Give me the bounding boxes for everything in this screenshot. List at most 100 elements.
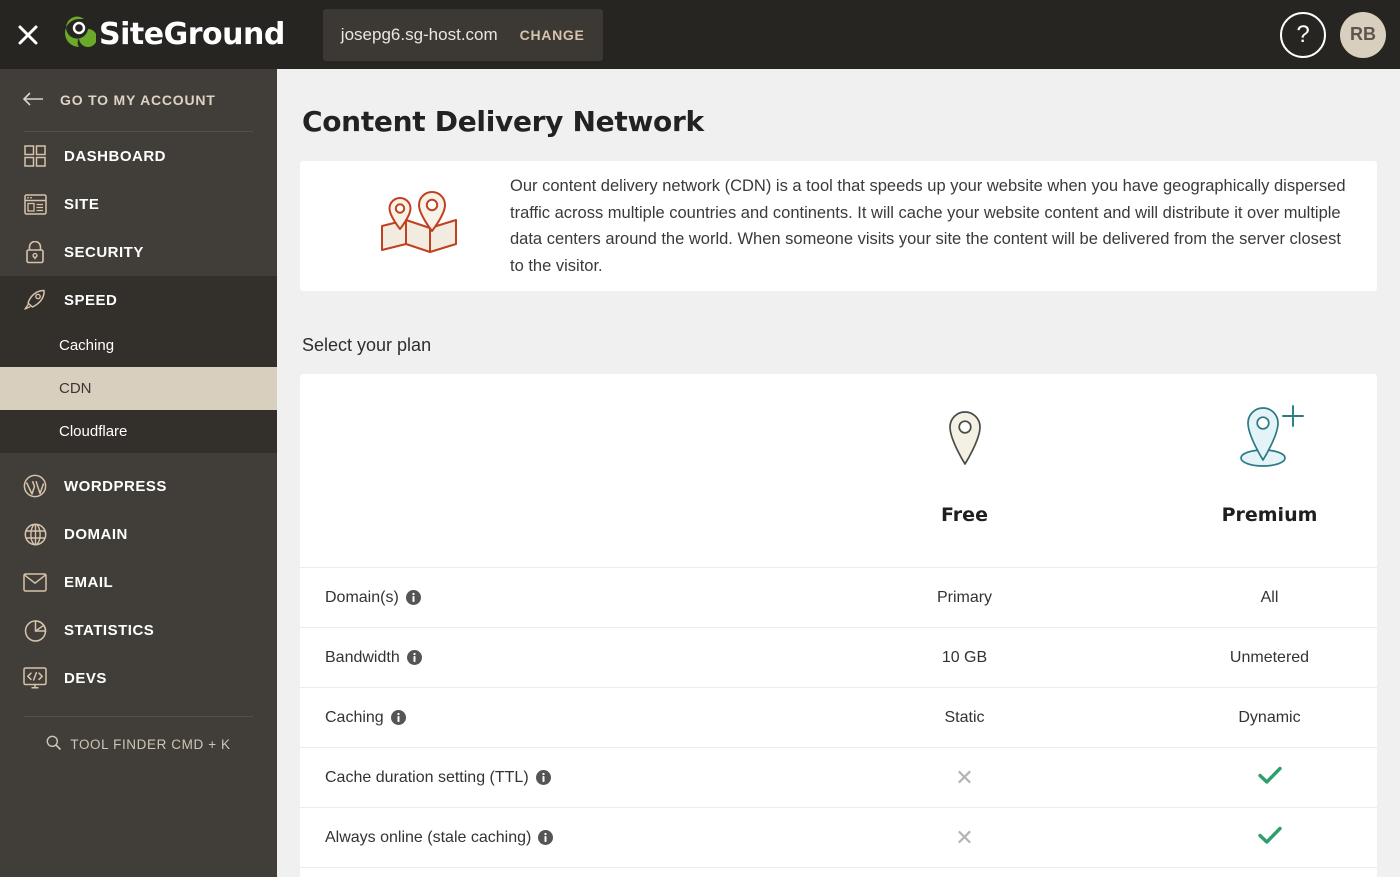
sidebar-subitem-caching[interactable]: Caching <box>0 324 277 367</box>
domain-selector[interactable]: josepg6.sg-host.com CHANGE <box>322 8 603 61</box>
sidebar-item-email[interactable]: EMAIL <box>0 558 277 606</box>
rocket-icon <box>22 287 48 313</box>
table-row: Cache duration setting (TTL) ✕ <box>300 747 1377 807</box>
page-title: Content Delivery Network <box>302 105 704 138</box>
sidebar-item-label: STATISTICS <box>64 621 155 639</box>
siteground-mark-icon <box>62 13 97 56</box>
lock-icon <box>22 239 48 265</box>
free-value-cell: ✕ <box>812 764 1117 790</box>
browser-window-icon <box>22 191 48 217</box>
sidebar-item-label: SPEED <box>64 291 118 309</box>
sidebar-item-label: SECURITY <box>64 243 144 261</box>
main-content: Content Delivery Network Our content del… <box>277 69 1400 877</box>
info-icon[interactable] <box>390 710 406 725</box>
table-row: Always online (stale caching) ✕ <box>300 807 1377 867</box>
tool-finder-button[interactable]: TOOL FINDER CMD + K <box>0 717 277 771</box>
premium-value-cell <box>1117 826 1377 850</box>
plan-column-free: Free <box>812 374 1117 526</box>
sidebar-item-devs[interactable]: DEVS <box>0 654 277 702</box>
help-button[interactable]: ? <box>1280 11 1326 58</box>
premium-value-cell: Unmetered <box>1229 648 1310 666</box>
sidebar-item-label: EMAIL <box>64 573 114 591</box>
cdn-description-card: Our content delivery network (CDN) is a … <box>300 161 1377 291</box>
free-value-cell: Primary <box>936 588 993 606</box>
table-row: Domain(s) Primary All <box>300 567 1377 627</box>
sidebar-item-speed[interactable]: SPEED <box>0 276 277 324</box>
free-value-cell: ✕ <box>812 824 1117 850</box>
sidebar-item-domain[interactable]: DOMAIN <box>0 510 277 558</box>
map-with-pins-icon <box>376 190 462 263</box>
map-pin-icon <box>942 400 988 478</box>
sidebar: GO TO MY ACCOUNT DASHBOARD SITE SECURITY… <box>0 69 277 877</box>
table-row-partial <box>300 867 1377 877</box>
top-bar: SiteGround josepg6.sg-host.com CHANGE ? … <box>0 0 1400 69</box>
globe-icon <box>22 521 48 547</box>
feature-label: Always online (stale caching) <box>325 828 532 846</box>
info-icon[interactable] <box>538 830 554 845</box>
info-icon[interactable] <box>405 590 421 605</box>
sidebar-subitem-label: Cloudflare <box>59 423 128 440</box>
avatar[interactable]: RB <box>1340 11 1386 58</box>
feature-label-cell: Bandwidth <box>300 649 812 667</box>
wordpress-icon <box>22 473 48 499</box>
sidebar-item-label: DEVS <box>64 669 107 687</box>
feature-label-cell: Domain(s) <box>300 589 812 607</box>
sidebar-item-wordpress[interactable]: WORDPRESS <box>0 462 277 510</box>
close-button[interactable] <box>0 0 56 69</box>
feature-label-cell: Cache duration setting (TTL) <box>300 769 812 787</box>
sidebar-item-site[interactable]: SITE <box>0 180 277 228</box>
sidebar-subitem-cdn[interactable]: CDN <box>0 367 277 410</box>
check-icon <box>1257 826 1282 850</box>
change-domain-button[interactable]: CHANGE <box>520 27 585 43</box>
sidebar-item-label: DOMAIN <box>64 525 128 543</box>
current-domain: josepg6.sg-host.com <box>340 24 498 44</box>
feature-label-cell: Caching <box>300 709 812 727</box>
sidebar-item-statistics[interactable]: STATISTICS <box>0 606 277 654</box>
select-plan-heading: Select your plan <box>302 335 432 355</box>
arrow-left-icon <box>22 91 44 109</box>
premium-value-cell: Dynamic <box>1238 708 1301 726</box>
plan-comparison-table: Free Premium Domain(s) Primary All Bandw… <box>300 374 1377 877</box>
avatar-initials: RB <box>1350 24 1376 44</box>
sidebar-item-label: DASHBOARD <box>64 147 166 165</box>
go-to-my-account-label: GO TO MY ACCOUNT <box>60 92 216 108</box>
check-icon <box>1257 766 1282 790</box>
go-to-my-account-link[interactable]: GO TO MY ACCOUNT <box>0 69 277 131</box>
code-monitor-icon <box>22 665 48 691</box>
siteground-logo[interactable]: SiteGround <box>62 0 285 69</box>
tool-finder-label: TOOL FINDER CMD + K <box>70 736 231 752</box>
feature-label-cell: Always online (stale caching) <box>300 829 812 847</box>
sidebar-item-label: SITE <box>64 195 100 213</box>
sidebar-item-label: WORDPRESS <box>64 477 167 495</box>
plan-column-premium: Premium <box>1117 374 1377 526</box>
info-icon[interactable] <box>535 770 551 785</box>
premium-value-cell: All <box>1260 588 1279 606</box>
plan-name-label: Free <box>941 504 988 526</box>
cross-icon: ✕ <box>955 764 974 790</box>
pie-chart-icon <box>22 617 48 643</box>
feature-label: Bandwidth <box>325 648 400 666</box>
sidebar-item-dashboard[interactable]: DASHBOARD <box>0 132 277 180</box>
feature-label: Cache duration setting (TTL) <box>325 768 529 786</box>
brand-name: SiteGround <box>99 17 285 52</box>
search-icon <box>46 735 62 753</box>
sidebar-item-security[interactable]: SECURITY <box>0 228 277 276</box>
plan-name-label: Premium <box>1221 504 1318 526</box>
cross-icon: ✕ <box>955 824 974 850</box>
close-icon <box>17 24 39 46</box>
sidebar-subitem-cloudflare[interactable]: Cloudflare <box>0 410 277 453</box>
cdn-description-text: Our content delivery network (CDN) is a … <box>510 177 1346 275</box>
map-pin-plus-icon <box>1233 400 1307 478</box>
plan-table-header: Free Premium <box>300 374 1377 567</box>
free-value-cell: 10 GB <box>941 648 988 666</box>
envelope-icon <box>22 569 48 595</box>
premium-value-cell <box>1117 766 1377 790</box>
feature-label: Domain(s) <box>325 588 399 606</box>
question-mark-icon: ? <box>1296 20 1310 48</box>
info-icon[interactable] <box>406 650 422 665</box>
sidebar-subitem-label: CDN <box>59 380 92 397</box>
free-value-cell: Static <box>944 708 985 726</box>
table-row: Bandwidth 10 GB Unmetered <box>300 627 1377 687</box>
feature-label: Caching <box>325 708 384 726</box>
table-row: Caching Static Dynamic <box>300 687 1377 747</box>
